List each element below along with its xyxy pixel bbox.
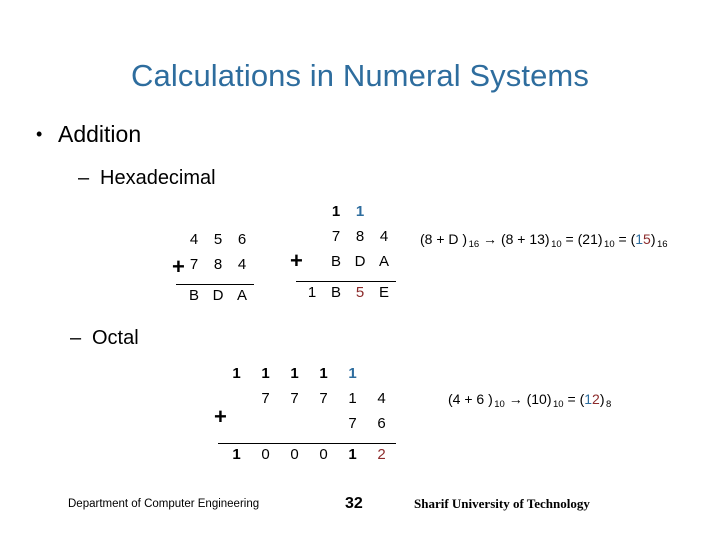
annot-term: (8 + 13) bbox=[500, 231, 550, 247]
annot-base: 10 bbox=[604, 239, 615, 251]
digit: 0 bbox=[319, 446, 328, 463]
plus-sign-hex-2: + bbox=[290, 248, 303, 273]
annot-term: (10) bbox=[526, 391, 552, 407]
digit: 1 bbox=[307, 284, 317, 301]
digit: 8 bbox=[355, 228, 365, 245]
annot-paren-close: ) bbox=[650, 231, 656, 247]
footer-page-number: 32 bbox=[345, 495, 363, 512]
bullet-octal-label: Octal bbox=[92, 327, 139, 349]
oct-addend2-row: 7 6 bbox=[218, 416, 396, 441]
annot-base: 10 bbox=[551, 239, 562, 251]
digit: 7 bbox=[189, 256, 199, 273]
digit: 4 bbox=[189, 231, 199, 248]
footer-university: Sharif University of Technology bbox=[414, 496, 590, 511]
hex-carry-explanation: (8 + D ) 16 → (8 + 13) 10 = (21) 10 = (15) 1… bbox=[420, 232, 668, 250]
digit: 0 bbox=[290, 446, 299, 463]
page-title: Calculations in Numeral Systems bbox=[131, 58, 589, 93]
annot-digit-carry: 1 bbox=[584, 391, 593, 407]
annot-digit-result: 2 bbox=[592, 391, 600, 407]
digit: 8 bbox=[213, 256, 223, 273]
oct-carry-row: 1 1 1 1 1 bbox=[218, 366, 396, 391]
annot-base: 10 bbox=[553, 399, 564, 411]
hex1-addend1-row: 4 5 6 bbox=[176, 232, 254, 257]
digit: 1 bbox=[348, 446, 357, 463]
bullet-marker-dash-hex: – bbox=[78, 167, 90, 189]
sum-rule-hex-2 bbox=[296, 281, 396, 282]
digit: 7 bbox=[331, 228, 341, 245]
digit: E bbox=[378, 284, 389, 301]
bullet-hexadecimal-label: Hexadecimal bbox=[100, 167, 216, 189]
sum-rule-hex-1 bbox=[176, 284, 254, 285]
annot-digit-carry: 1 bbox=[635, 231, 644, 247]
digit: 6 bbox=[237, 231, 247, 248]
bullet-hexadecimal: – Hexadecimal bbox=[78, 168, 216, 188]
digit: B bbox=[330, 253, 341, 270]
digit: 7 bbox=[261, 390, 270, 407]
annot-term: (4 + 6 ) bbox=[448, 391, 493, 407]
hex2-addend2-row: B D A bbox=[296, 254, 396, 279]
annot-base: 16 bbox=[657, 239, 668, 251]
oct-addend1-row: 7 7 7 1 4 bbox=[218, 391, 396, 416]
plus-sign-hex-1: + bbox=[172, 254, 185, 279]
octal-addition-block: + 1 1 1 1 1 7 7 7 1 4 7 6 1 0 0 0 1 2 bbox=[214, 366, 396, 472]
bullet-marker-dash-oct: – bbox=[70, 327, 82, 349]
octal-carry-explanation: (4 + 6 ) 10 → (10) 10 = (12) 8 bbox=[448, 392, 611, 410]
hex-addition-block-1: + 4 5 6 7 8 4 B D A bbox=[172, 232, 254, 313]
carry-digit: 1 bbox=[261, 365, 270, 382]
digit: 4 bbox=[237, 256, 247, 273]
digit: 7 bbox=[290, 390, 299, 407]
hex-addition-block-2: + 1 1 7 8 4 B D A 1 B 5 E bbox=[290, 204, 396, 310]
digit: 1 bbox=[348, 390, 357, 407]
carry-digit: 1 bbox=[232, 365, 241, 382]
hex2-addend1-row: 7 8 4 bbox=[296, 229, 396, 254]
annot-equals: = bbox=[567, 391, 576, 407]
carry-digit: 1 bbox=[348, 365, 357, 382]
bullet-octal: – Octal bbox=[70, 328, 139, 348]
annot-term: (8 + D ) bbox=[420, 231, 468, 247]
carry-digit: 1 bbox=[319, 365, 328, 382]
digit: A bbox=[378, 253, 389, 270]
carry-digit: 1 bbox=[290, 365, 299, 382]
annot-base: 8 bbox=[606, 399, 612, 411]
carry-digit: 1 bbox=[331, 203, 341, 220]
annot-arrow-icon: → bbox=[508, 391, 523, 407]
bullet-marker-dot: • bbox=[36, 124, 43, 144]
digit: 7 bbox=[319, 390, 328, 407]
digit: D bbox=[212, 287, 224, 304]
digit: 1 bbox=[232, 446, 241, 463]
digit: 5 bbox=[213, 231, 223, 248]
plus-sign-octal: + bbox=[214, 404, 227, 429]
digit: 6 bbox=[377, 415, 386, 432]
digit: B bbox=[188, 287, 199, 304]
annot-base: 10 bbox=[494, 399, 505, 411]
digit: 7 bbox=[348, 415, 357, 432]
hex2-sum-row: 1 B 5 E bbox=[296, 285, 396, 310]
annot-base: 16 bbox=[468, 239, 480, 251]
annot-arrow-icon: → bbox=[483, 231, 498, 247]
annot-equals: = bbox=[618, 231, 627, 247]
hex1-addend2-row: 7 8 4 bbox=[176, 257, 254, 282]
digit: A bbox=[236, 287, 247, 304]
digit: 4 bbox=[379, 228, 389, 245]
oct-sum-row: 1 0 0 0 1 2 bbox=[218, 447, 396, 472]
digit: 4 bbox=[377, 390, 386, 407]
digit: D bbox=[354, 253, 366, 270]
digit: 2 bbox=[377, 446, 386, 463]
digit: B bbox=[330, 284, 341, 301]
annot-paren-close: ) bbox=[599, 391, 605, 407]
bullet-addition: • Addition bbox=[36, 123, 141, 146]
annot-equals: = bbox=[565, 231, 574, 247]
annot-term: (21) bbox=[577, 231, 603, 247]
annot-digit-result: 5 bbox=[643, 231, 651, 247]
digit: 0 bbox=[261, 446, 270, 463]
carry-digit: 1 bbox=[355, 203, 365, 220]
bullet-addition-label: Addition bbox=[58, 121, 142, 147]
digit: 5 bbox=[355, 284, 365, 301]
footer-department: Department of Computer Engineering bbox=[68, 498, 260, 510]
hex2-carry-row: 1 1 bbox=[296, 204, 396, 229]
hex1-sum-row: B D A bbox=[176, 288, 254, 313]
sum-rule-octal bbox=[218, 443, 396, 444]
